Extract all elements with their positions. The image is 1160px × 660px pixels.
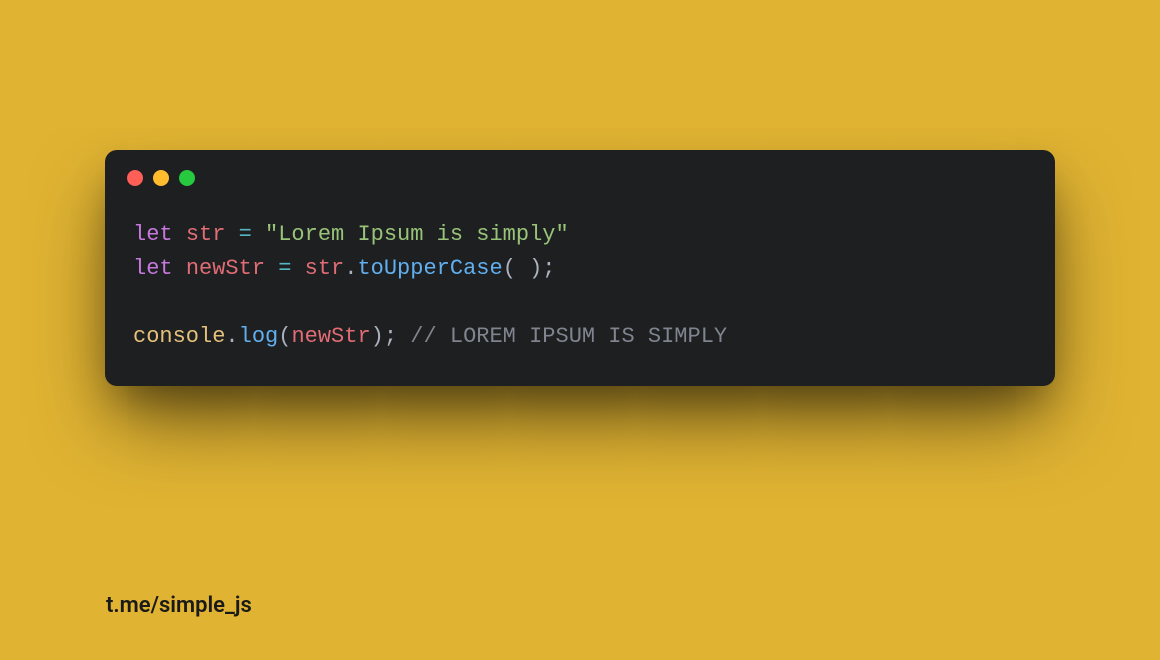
close-icon[interactable]	[127, 170, 143, 186]
code-token: =	[278, 256, 291, 281]
code-token: console	[133, 324, 225, 349]
code-block: let str = "Lorem Ipsum is simply"let new…	[105, 196, 1055, 354]
code-line: let str = "Lorem Ipsum is simply"	[133, 218, 1027, 252]
footer-link[interactable]: t.me/simple_js	[106, 593, 252, 618]
code-token: newStr	[291, 324, 370, 349]
code-token: let	[133, 256, 173, 281]
code-token	[225, 222, 238, 247]
code-token	[173, 222, 186, 247]
code-token: log	[239, 324, 279, 349]
code-token: toUpperCase	[357, 256, 502, 281]
code-token: );	[371, 324, 397, 349]
code-token: (	[278, 324, 291, 349]
zoom-icon[interactable]	[179, 170, 195, 186]
code-token: .	[225, 324, 238, 349]
minimize-icon[interactable]	[153, 170, 169, 186]
code-editor-window: let str = "Lorem Ipsum is simply"let new…	[105, 150, 1055, 386]
code-token: newStr	[186, 256, 265, 281]
code-token: // LOREM IPSUM IS SIMPLY	[410, 324, 727, 349]
code-token	[291, 256, 304, 281]
code-token: let	[133, 222, 173, 247]
code-token	[173, 256, 186, 281]
window-titlebar	[105, 150, 1055, 196]
code-token	[265, 256, 278, 281]
code-line: console.log(newStr); // LOREM IPSUM IS S…	[133, 320, 1027, 354]
code-token: .	[344, 256, 357, 281]
code-token: "Lorem Ipsum is simply"	[265, 222, 569, 247]
code-line	[133, 286, 1027, 320]
code-line: let newStr = str.toUpperCase( );	[133, 252, 1027, 286]
code-token: str	[186, 222, 226, 247]
code-token	[252, 222, 265, 247]
code-token: ( );	[503, 256, 556, 281]
code-token: str	[305, 256, 345, 281]
code-token: =	[239, 222, 252, 247]
code-token	[397, 324, 410, 349]
